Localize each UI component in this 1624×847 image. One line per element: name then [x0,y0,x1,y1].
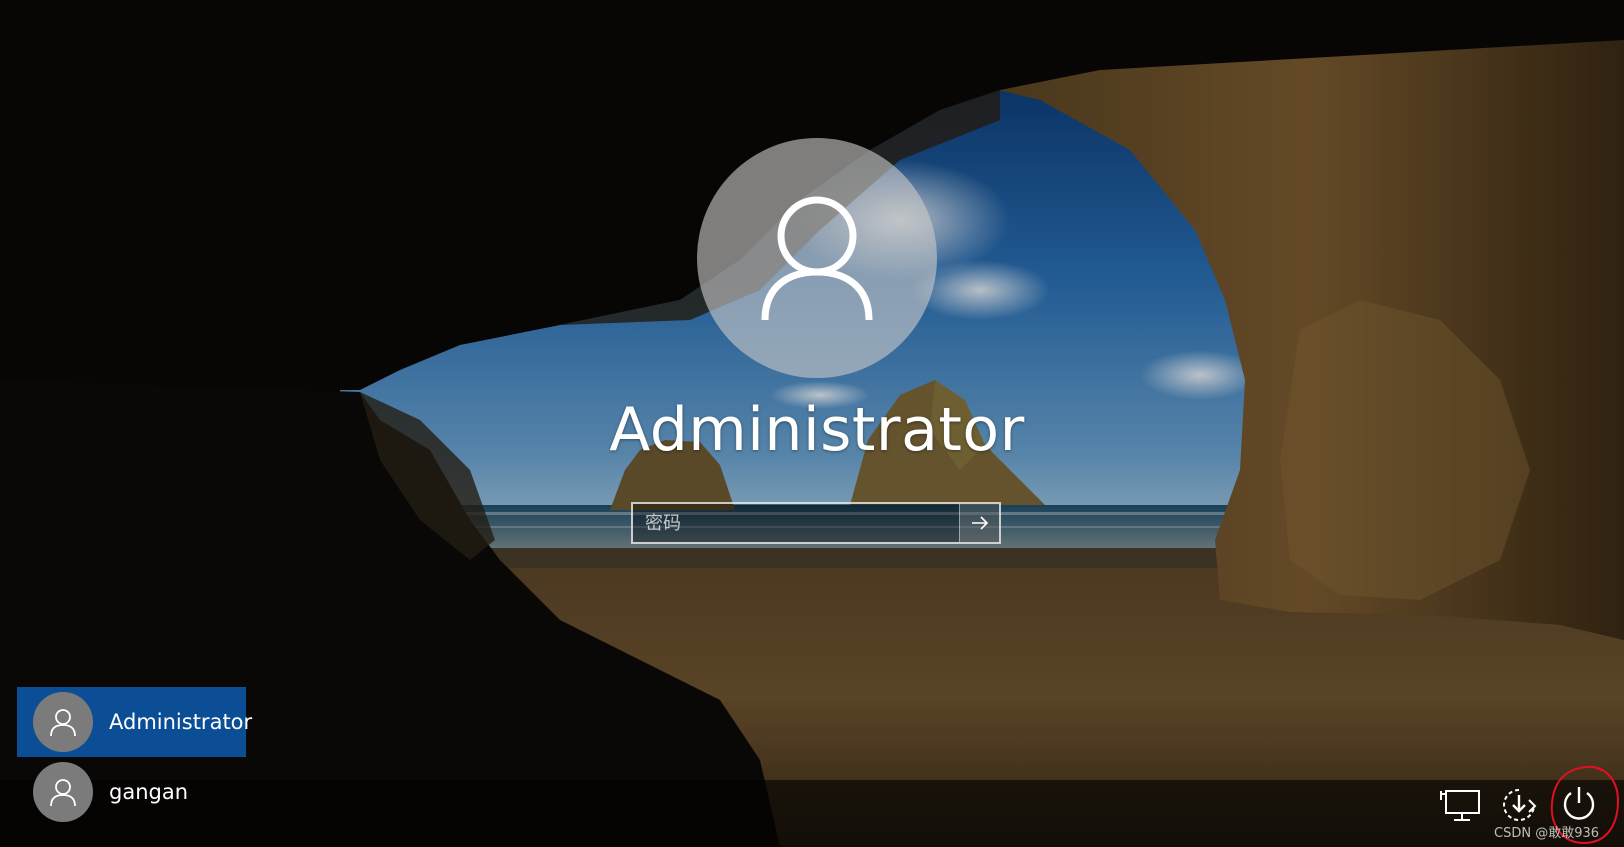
accessibility-icon [1503,789,1537,821]
user-tile-gangan[interactable]: gangan [17,757,246,827]
network-icon [1440,790,1480,821]
user-avatar-large [697,138,937,378]
username-title: Administrator [609,395,1025,465]
password-box [631,502,1001,544]
network-button[interactable] [1438,784,1484,828]
arrow-right-icon [971,516,988,530]
password-input[interactable] [633,504,959,542]
submit-arrow-button[interactable] [959,504,999,542]
watermark-text: CSDN @敢敢936 [1494,826,1600,841]
person-icon [50,709,76,737]
avatar [33,762,93,822]
avatar [33,692,93,752]
user-tile-administrator[interactable]: Administrator [17,687,252,757]
user-switcher-list: Administrator gangan [17,687,252,827]
user-tile-label: Administrator [109,710,253,734]
person-icon [50,779,76,807]
person-icon [761,196,873,321]
user-tile-label: gangan [109,780,189,804]
